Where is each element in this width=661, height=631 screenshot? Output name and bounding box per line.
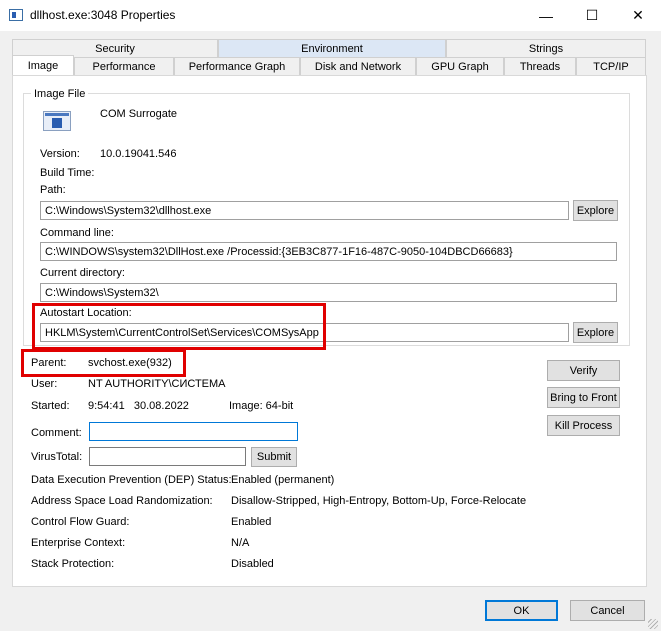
command-line-label: Command line: — [40, 227, 114, 239]
tab-performance[interactable]: Performance — [74, 57, 174, 75]
current-directory-field[interactable]: C:\Windows\System32\ — [40, 283, 617, 302]
command-line-field[interactable]: C:\WINDOWS\system32\DllHost.exe /Process… — [40, 242, 617, 261]
window-title: dllhost.exe:3048 Properties — [30, 8, 176, 22]
tab-environment[interactable]: Environment — [218, 39, 446, 57]
maximize-button[interactable]: ☐ — [569, 0, 615, 31]
enterprise-context-value: N/A — [231, 537, 250, 549]
app-icon — [9, 9, 23, 21]
user-value: NT AUTHORITY\СИСТЕМА — [88, 378, 226, 390]
cfg-label: Control Flow Guard: — [31, 516, 130, 528]
dep-status-label: Data Execution Prevention (DEP) Status: — [31, 474, 232, 486]
stack-protection-value: Disabled — [231, 558, 274, 570]
tab-row-front: Image Performance Performance Graph Disk… — [12, 55, 646, 75]
aslr-label: Address Space Load Randomization: — [31, 495, 213, 507]
autostart-highlight-box — [32, 303, 326, 350]
resize-grip[interactable] — [648, 619, 658, 629]
ok-button[interactable]: OK — [485, 600, 558, 621]
close-button[interactable]: ✕ — [615, 0, 661, 31]
explore-path-button[interactable]: Explore — [573, 200, 618, 221]
virustotal-input[interactable] — [89, 447, 246, 466]
build-time-label: Build Time: — [40, 167, 95, 179]
minimize-button[interactable]: — — [523, 0, 569, 31]
bring-to-front-button[interactable]: Bring to Front — [547, 387, 620, 408]
tab-threads[interactable]: Threads — [504, 57, 576, 75]
image-file-group-label: Image File — [31, 88, 89, 100]
tab-image[interactable]: Image — [12, 55, 74, 75]
verify-button[interactable]: Verify — [547, 360, 620, 381]
executable-icon — [43, 111, 71, 131]
tab-strings[interactable]: Strings — [446, 39, 646, 57]
comment-input[interactable] — [89, 422, 298, 441]
tab-gpu-graph[interactable]: GPU Graph — [416, 57, 504, 75]
current-directory-label: Current directory: — [40, 267, 125, 279]
cfg-value: Enabled — [231, 516, 272, 528]
virustotal-label: VirusTotal: — [31, 451, 83, 463]
version-value: 10.0.19041.546 — [100, 148, 177, 160]
enterprise-context-label: Enterprise Context: — [31, 537, 126, 549]
path-field[interactable]: C:\Windows\System32\dllhost.exe — [40, 201, 569, 220]
kill-process-button[interactable]: Kill Process — [547, 415, 620, 436]
started-label: Started: — [31, 400, 70, 412]
file-description: COM Surrogate — [100, 108, 178, 120]
submit-button[interactable]: Submit — [251, 447, 297, 467]
parent-highlight-box — [21, 349, 186, 377]
tab-row-back: Security Environment Strings — [12, 39, 646, 57]
image-type: Image: 64-bit — [229, 400, 294, 412]
dep-status-value: Enabled (permanent) — [231, 474, 335, 486]
started-value: 9:54:41 30.08.2022 — [88, 400, 189, 412]
aslr-value: Disallow-Stripped, High-Entropy, Bottom-… — [231, 495, 527, 507]
path-label: Path: — [40, 184, 66, 196]
tab-disk-and-network[interactable]: Disk and Network — [300, 57, 416, 75]
tab-tcp-ip[interactable]: TCP/IP — [576, 57, 646, 75]
user-label: User: — [31, 378, 58, 390]
stack-protection-label: Stack Protection: — [31, 558, 115, 570]
cancel-button[interactable]: Cancel — [570, 600, 645, 621]
comment-label: Comment: — [31, 427, 82, 439]
version-label: Version: — [40, 148, 80, 160]
tab-performance-graph[interactable]: Performance Graph — [174, 57, 300, 75]
explore-autostart-button[interactable]: Explore — [573, 322, 618, 343]
